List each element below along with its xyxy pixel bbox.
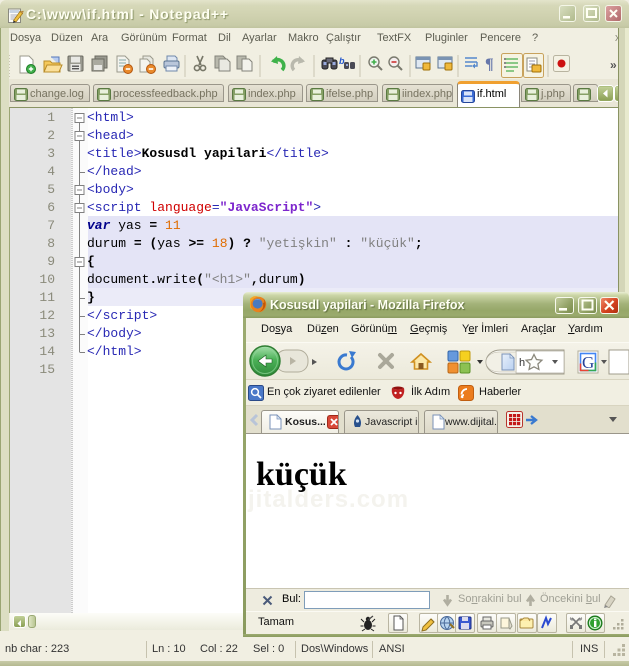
- svg-text:»: »: [610, 58, 617, 72]
- svg-text:¶: ¶: [485, 56, 494, 73]
- svg-text:G: G: [582, 353, 594, 372]
- svg-text:h: h: [519, 357, 525, 369]
